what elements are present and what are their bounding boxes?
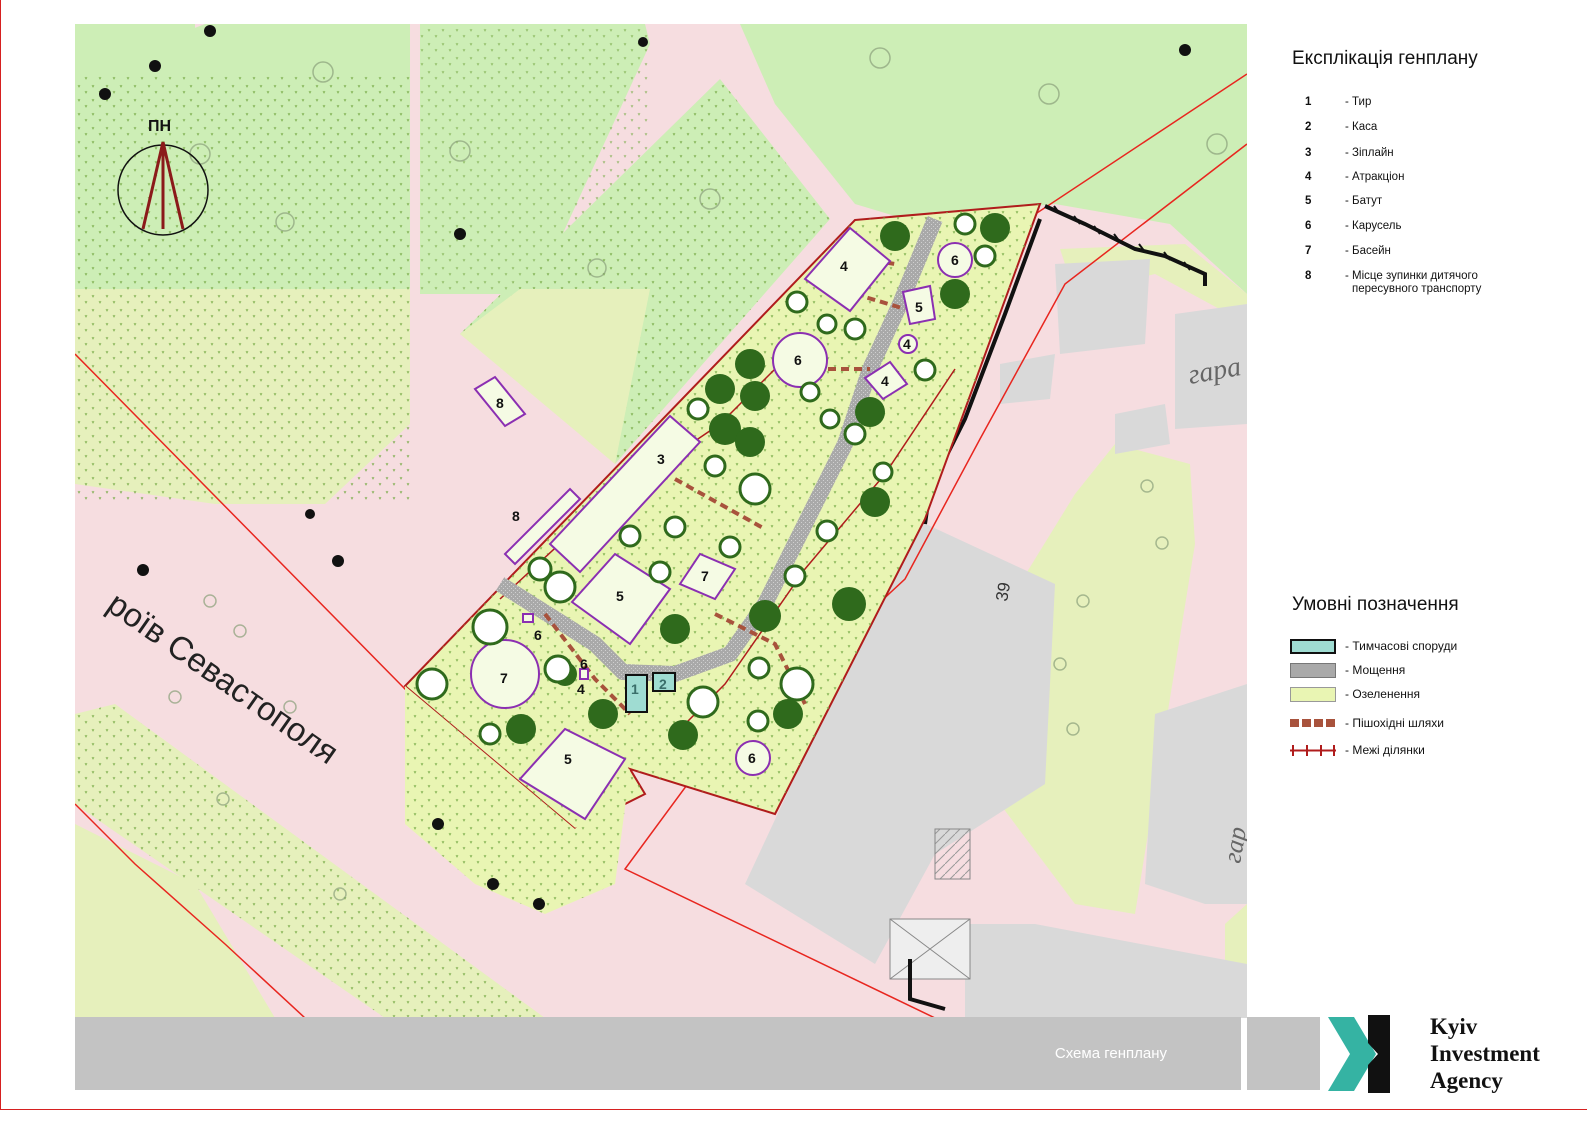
label-kiosk-2: 2 bbox=[659, 676, 667, 692]
label-zipline: 3 bbox=[657, 451, 665, 467]
garage-label-2: гар bbox=[1217, 824, 1247, 865]
label-pool-small: 7 bbox=[701, 568, 709, 584]
temporary-structure-swatch bbox=[1290, 639, 1336, 654]
yellowgreen-area-west-grass bbox=[75, 289, 410, 504]
label-pool-big: 7 bbox=[500, 670, 508, 686]
label-stop-strip: 8 bbox=[512, 508, 520, 524]
building-east-1 bbox=[1055, 259, 1150, 354]
label-carousel-left-2: 6 bbox=[580, 656, 588, 672]
green-area-west-grass bbox=[75, 74, 410, 289]
logo-text: Kyiv Investment Agency bbox=[1430, 1014, 1540, 1093]
green-area-nw-strip bbox=[75, 24, 87, 44]
label-attraction-lower: 4 bbox=[577, 681, 585, 697]
label-trampoline-bottom: 5 bbox=[564, 751, 572, 767]
label-attraction-tiny: 4 bbox=[903, 336, 911, 352]
label-kiosk-1: 1 bbox=[631, 681, 639, 697]
label-attraction-top: 4 bbox=[840, 258, 848, 274]
greenery-swatch bbox=[1290, 687, 1336, 702]
kia-logo-icon bbox=[1328, 1015, 1390, 1093]
footpath-swatch bbox=[1290, 719, 1336, 727]
label-carousel-top: 6 bbox=[951, 252, 959, 268]
north-arrow-label: ПН bbox=[148, 118, 171, 135]
site-plan-map: ПН роїв Севастополя 39 гара гар 1 2 3 4 … bbox=[75, 24, 1247, 1018]
explication-title: Експлікація генплану bbox=[1292, 48, 1478, 69]
page-border-left bbox=[0, 0, 1, 1110]
footer-caption: Схема генплану bbox=[1054, 1045, 1167, 1062]
building-hatched bbox=[934, 828, 971, 880]
boundary-swatch bbox=[1290, 745, 1336, 756]
building-east-lower bbox=[1145, 684, 1247, 904]
footer-small-block bbox=[1247, 1017, 1320, 1090]
legend-title: Умовні позначення bbox=[1292, 594, 1459, 615]
page-border-bottom bbox=[0, 1109, 1587, 1110]
label-carousel-left-1: 6 bbox=[534, 627, 542, 643]
footer-bar: Схема генплану bbox=[75, 1017, 1241, 1090]
label-attraction-mid: 4 bbox=[881, 373, 889, 389]
label-trampoline-small: 5 bbox=[915, 299, 923, 315]
label-carousel-bottom: 6 bbox=[748, 750, 756, 766]
object-bench-1 bbox=[522, 613, 534, 623]
paving-swatch bbox=[1290, 663, 1336, 678]
building-number-label: 39 bbox=[992, 581, 1014, 603]
label-trampoline-center: 5 bbox=[616, 588, 624, 604]
label-stop-main: 8 bbox=[496, 395, 504, 411]
label-carousel-center: 6 bbox=[794, 352, 802, 368]
